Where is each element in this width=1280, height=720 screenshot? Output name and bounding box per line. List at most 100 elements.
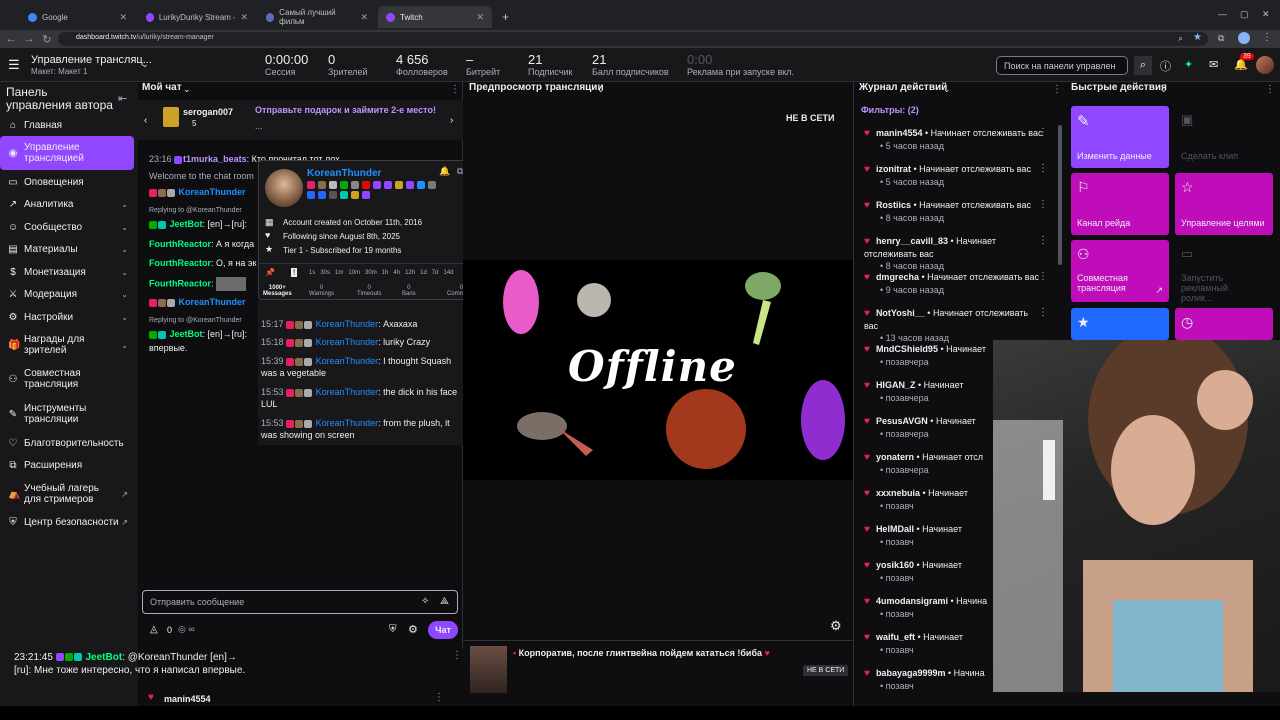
more-options-icon[interactable]: ⋮	[1038, 199, 1048, 211]
activity-username[interactable]: babayaga9999m	[876, 668, 946, 678]
chevron-right-icon[interactable]: ›	[450, 115, 453, 126]
sidebar-item-alerts[interactable]: ▭ Оповещения	[0, 176, 134, 188]
quick-action-edit-info[interactable]: ✎ Изменить данные	[1071, 106, 1169, 168]
activity-username[interactable]: izonitrat	[876, 164, 911, 174]
activity-username[interactable]: henry__cavill_83	[876, 236, 948, 246]
pin-icon[interactable]: 📌	[265, 268, 275, 277]
chat-username[interactable]: KoreanThunder	[316, 387, 379, 397]
hamburger-icon[interactable]: ☰	[8, 57, 20, 73]
bookmark-star-icon[interactable]: ★	[1193, 32, 1202, 43]
chat-username[interactable]: KoreanThunder	[316, 319, 379, 329]
quick-action-goals[interactable]: ☆ Управление целями	[1175, 173, 1273, 235]
duration-option[interactable]: 1s	[309, 270, 315, 276]
sidebar-item-charity[interactable]: ♡ Благотворительность	[0, 437, 134, 449]
browser-tab[interactable]: LurikyDuriky Stream - Watch Li ✕	[138, 6, 256, 28]
activity-username[interactable]: HIGAN_Z	[876, 380, 916, 390]
more-options-icon[interactable]: ⋮	[452, 650, 462, 661]
dashboard-search-input[interactable]: Поиск на панели управлен	[996, 56, 1128, 75]
sidebar-item-moderation[interactable]: ⚔ Модерация ⌄	[0, 288, 134, 300]
activity-username[interactable]: yonatern	[876, 452, 914, 462]
bits-icon[interactable]: ⟁	[440, 596, 449, 607]
sidebar-item-extensions[interactable]: ⧉ Расширения	[0, 459, 134, 471]
tab-timeouts[interactable]: 0 Timeouts	[357, 285, 381, 297]
chevron-down-icon[interactable]: ⌄	[597, 84, 605, 95]
duration-option[interactable]: 30s	[320, 270, 330, 276]
activity-username[interactable]: manin4554	[876, 128, 923, 138]
chat-username[interactable]: FourthReactor	[149, 278, 211, 288]
close-icon[interactable]: ✕	[240, 12, 248, 23]
forward-icon[interactable]: →	[20, 33, 38, 45]
quick-action-raid[interactable]: ⚐ Канал рейда	[1071, 173, 1169, 235]
chat-username[interactable]: KoreanThunder	[316, 337, 379, 347]
close-icon[interactable]: ✕	[476, 12, 484, 23]
close-icon[interactable]: ✕	[360, 12, 368, 23]
user-avatar[interactable]	[1256, 56, 1274, 74]
activity-username[interactable]: HelMDall	[876, 524, 914, 534]
chat-settings-icon[interactable]: ⚙	[408, 623, 418, 636]
sidebar-item-rewards[interactable]: 🎁 Награды для зрителей ⌄	[0, 333, 134, 357]
chat-username[interactable]: FourthReactor	[149, 258, 211, 268]
browser-tab[interactable]: Google ✕	[20, 6, 135, 28]
back-icon[interactable]: ←	[2, 33, 20, 45]
chat-username[interactable]: KoreanThunder	[316, 356, 379, 366]
activity-username[interactable]: dmgrecha	[876, 272, 919, 282]
duration-option[interactable]: 10m	[348, 270, 360, 276]
warning-icon[interactable]: !	[291, 268, 298, 277]
tab-messages[interactable]: 1000+ Messages	[263, 285, 292, 297]
activity-username[interactable]: 4umodansigrami	[876, 596, 948, 606]
reload-icon[interactable]: ↻	[38, 33, 56, 46]
activity-filters[interactable]: Фильтры: (2)	[861, 105, 919, 115]
duration-option[interactable]: 12h	[405, 270, 415, 276]
extensions-icon[interactable]: ⧉	[1218, 33, 1224, 44]
sidebar-item-safety[interactable]: ⛨ Центр безопасности ↗	[0, 516, 134, 528]
more-options-icon[interactable]: ⋮	[1038, 127, 1048, 139]
chat-send-button[interactable]: Чат	[428, 621, 458, 639]
chat-input[interactable]: Отправить сообщение ✧ ⟁	[142, 590, 458, 614]
help-icon[interactable]: ⓘ	[1160, 58, 1171, 74]
quick-action-clip[interactable]: ▣ Сделать клип	[1175, 106, 1273, 168]
chat-username[interactable]: KoreanThunder	[179, 187, 246, 197]
close-window-icon[interactable]: ✕	[1262, 9, 1270, 20]
activity-item[interactable]: ♥ henry__cavill_83 • Начинает отслеживать…	[864, 235, 1048, 272]
more-options-icon[interactable]: ⋮	[450, 84, 460, 95]
chevron-down-icon[interactable]: ⌄	[141, 59, 149, 70]
chat-username[interactable]: KoreanThunder	[316, 418, 379, 428]
sidebar-item-bootcamp[interactable]: ⛺ Учебный лагерь для стримеров ↗	[0, 482, 134, 506]
chat-username[interactable]: FourthReactor	[149, 239, 211, 249]
quick-action-timer[interactable]: ◷	[1175, 308, 1273, 340]
menu-icon[interactable]: ⋮	[1262, 32, 1272, 43]
user-card-name[interactable]: KoreanThunder	[307, 168, 381, 179]
channel-points-icon[interactable]: ◎ ∞	[178, 624, 195, 635]
search-icon[interactable]: ⌕	[1134, 56, 1152, 75]
sidebar-item-tools[interactable]: ✎ Инструменты трансляции	[0, 402, 134, 426]
more-options-icon[interactable]: ⋮	[1038, 307, 1048, 319]
inbox-icon[interactable]: ✉	[1209, 58, 1218, 71]
sidebar-item-monetization[interactable]: $ Монетизация ⌄	[0, 266, 134, 278]
more-options-icon[interactable]: ⋮	[1052, 84, 1062, 95]
close-icon[interactable]: ✕	[119, 12, 127, 23]
duration-option[interactable]: 14d	[443, 270, 453, 276]
tab-warnings[interactable]: 0 Warnings	[309, 285, 334, 297]
quick-action-ad[interactable]: ▭ Запустить рекламный ролик...	[1175, 240, 1273, 303]
activity-username[interactable]: yosik160	[876, 560, 914, 570]
browser-tab-active[interactable]: Twitch ✕	[378, 6, 492, 28]
chat-username[interactable]: JeetBot	[170, 329, 203, 339]
quick-action-star[interactable]: ★	[1071, 308, 1169, 340]
more-options-icon[interactable]: ⋮	[434, 692, 444, 703]
activity-username[interactable]: NotYoshi__	[876, 308, 925, 318]
activity-username[interactable]: PesusAVGN	[876, 416, 928, 426]
activity-item[interactable]: ♥ manin4554 • Начинает отслеживать вас • 5…	[864, 127, 1048, 152]
sidebar-item-community[interactable]: ☺ Сообщество ⌄	[0, 221, 134, 233]
activity-scrollbar[interactable]	[1058, 125, 1062, 265]
chat-username[interactable]: t1murka_beats	[183, 154, 247, 164]
chevron-left-icon[interactable]: ‹	[144, 115, 147, 126]
minimize-icon[interactable]: —	[1218, 9, 1227, 19]
tab-bans[interactable]: 0 Bans	[402, 285, 416, 297]
more-options-icon[interactable]: ⋮	[1038, 271, 1048, 283]
chevron-down-icon[interactable]: ⌄	[183, 84, 191, 95]
more-options-icon[interactable]: ⋮	[1265, 84, 1275, 95]
chat-username[interactable]: KoreanThunder	[179, 297, 246, 307]
activity-item[interactable]: ♥ NotYoshi__ • Начинает отслеживать вас • …	[864, 307, 1048, 344]
chat-username[interactable]: JeetBot	[170, 219, 203, 229]
extension-status-icon[interactable]: ✦	[1184, 58, 1193, 71]
